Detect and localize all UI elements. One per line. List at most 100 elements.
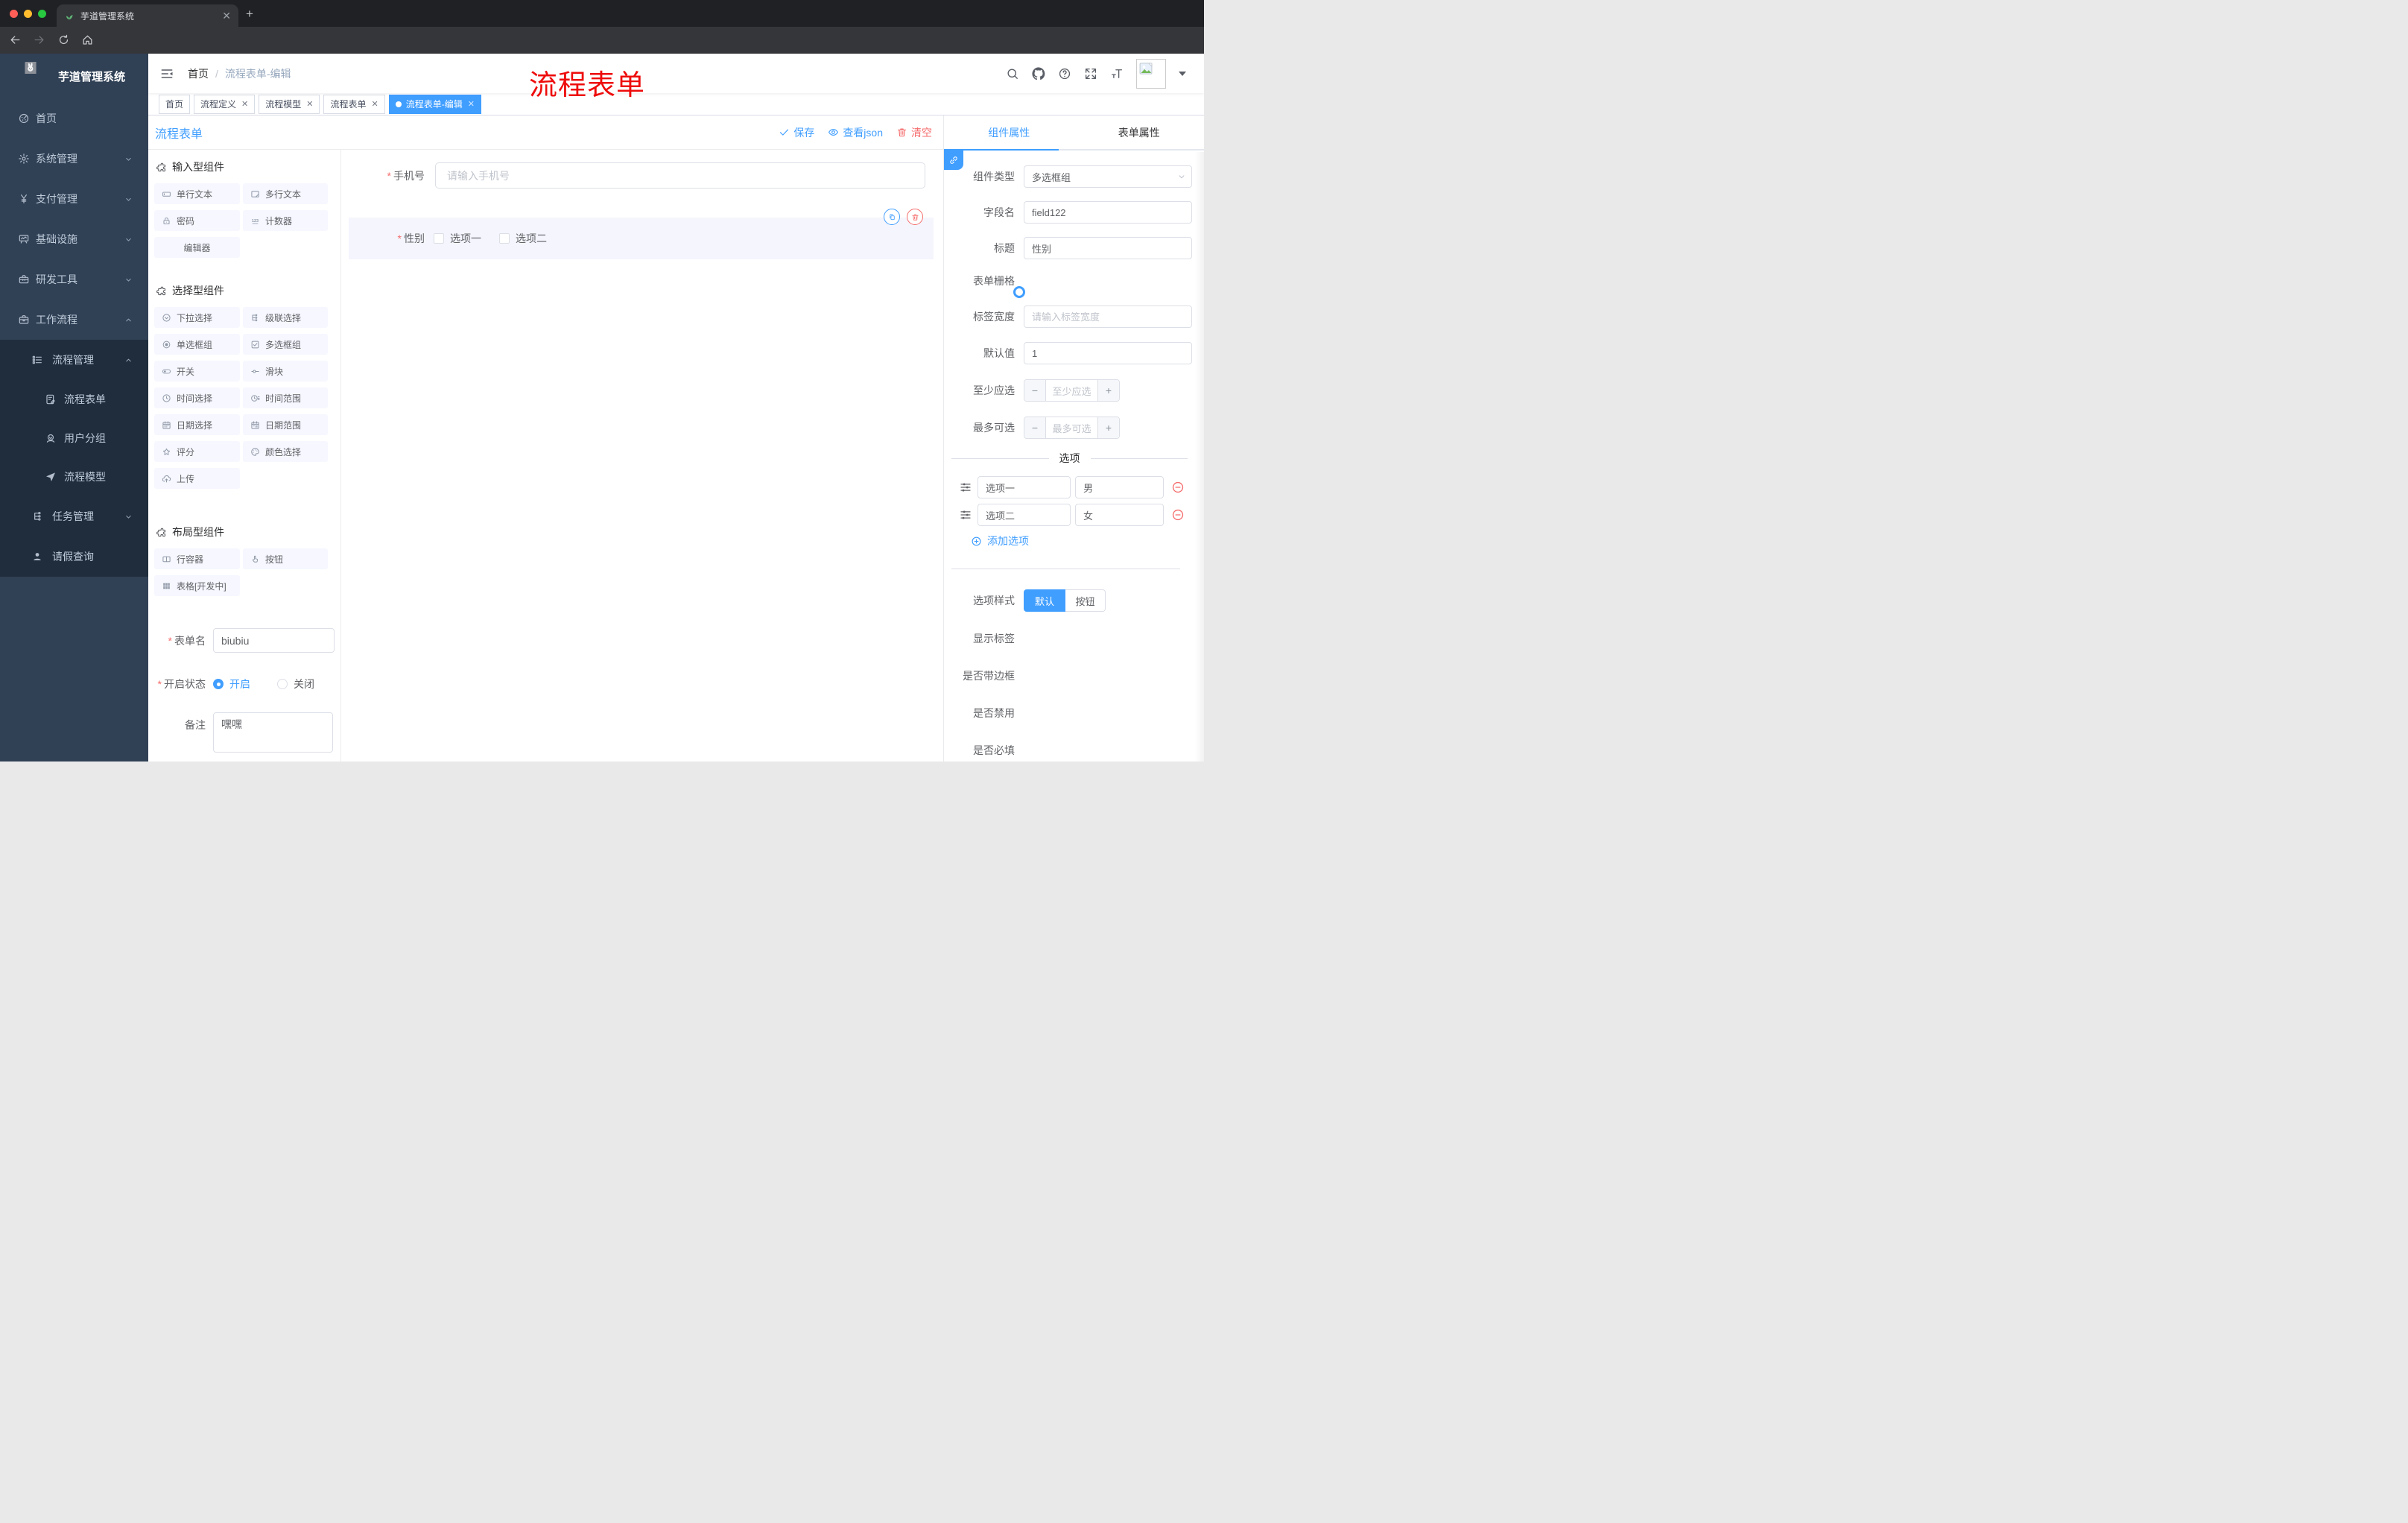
checkbox-选项二[interactable] bbox=[499, 233, 510, 244]
component-日期选择[interactable]: 日期选择 bbox=[154, 414, 240, 435]
component-级联选择[interactable]: 级联选择 bbox=[243, 307, 328, 328]
tag-流程定义[interactable]: 流程定义 ✕ bbox=[194, 94, 256, 114]
option-style-default-button[interactable]: 默认 bbox=[1024, 589, 1065, 612]
component-开关[interactable]: 开关 bbox=[154, 361, 240, 381]
phone-field-row[interactable]: * 手机号 bbox=[341, 162, 943, 189]
remove-option-icon[interactable] bbox=[1171, 508, 1185, 522]
tab-component-props[interactable]: 组件属性 bbox=[944, 115, 1074, 149]
label-width-input[interactable] bbox=[1024, 305, 1192, 328]
component-单行文本[interactable]: 单行文本 bbox=[154, 183, 240, 204]
component-多行文本[interactable]: 多行文本 bbox=[243, 183, 328, 204]
forward-icon[interactable] bbox=[33, 34, 45, 46]
link-icon[interactable] bbox=[944, 151, 963, 170]
minimize-window-button[interactable] bbox=[24, 10, 32, 18]
tag-流程表单[interactable]: 流程表单 ✕ bbox=[323, 94, 385, 114]
form-remark-textarea[interactable]: 嘿嘿 bbox=[213, 712, 333, 753]
tag-流程表单-编辑[interactable]: 流程表单-编辑 ✕ bbox=[388, 94, 481, 114]
avatar-dropdown-icon[interactable] bbox=[1179, 71, 1186, 76]
tab-form-props[interactable]: 表单属性 bbox=[1074, 115, 1205, 149]
form-name-input[interactable] bbox=[213, 628, 335, 653]
component-评分[interactable]: 评分 bbox=[154, 441, 240, 462]
sidebar-item-工作流程[interactable]: 工作流程 bbox=[0, 300, 148, 340]
tag-close-icon[interactable]: ✕ bbox=[372, 99, 378, 109]
status-on-radio[interactable] bbox=[213, 679, 224, 689]
component-颜色选择[interactable]: 颜色选择 bbox=[243, 441, 328, 462]
sidebar-item-任务管理[interactable]: 任务管理 bbox=[0, 496, 148, 536]
phone-input[interactable] bbox=[435, 162, 925, 189]
sidebar-item-请假查询[interactable]: 请假查询 bbox=[0, 536, 148, 577]
component-按钮[interactable]: 按钮 bbox=[243, 548, 328, 569]
search-icon[interactable] bbox=[1006, 67, 1019, 80]
clear-button[interactable]: 清空 bbox=[896, 125, 932, 140]
tab-close-icon[interactable]: ✕ bbox=[222, 10, 231, 21]
window-controls[interactable] bbox=[10, 10, 46, 18]
plus-button[interactable]: + bbox=[1097, 380, 1119, 401]
checkbox-选项一[interactable] bbox=[434, 233, 444, 244]
component-日期范围[interactable]: 日期范围 bbox=[243, 414, 328, 435]
tag-流程模型[interactable]: 流程模型 ✕ bbox=[259, 94, 320, 114]
github-icon[interactable] bbox=[1032, 66, 1045, 80]
component-表格[开发中][interactable]: 表格[开发中] bbox=[154, 575, 240, 596]
title-input[interactable] bbox=[1024, 237, 1192, 259]
component-编辑器[interactable]: 编辑器 bbox=[154, 237, 240, 258]
breadcrumb-home[interactable]: 首页 bbox=[188, 66, 209, 81]
sidebar-item-用户分组[interactable]: 用户分组 bbox=[0, 419, 148, 457]
tag-close-icon[interactable]: ✕ bbox=[468, 99, 475, 109]
sidebar-item-流程表单[interactable]: 流程表单 bbox=[0, 380, 148, 419]
component-上传[interactable]: 上传 bbox=[154, 468, 240, 489]
component-多选框组[interactable]: 多选框组 bbox=[243, 334, 328, 355]
min-select-placeholder[interactable]: 至少应选 bbox=[1046, 380, 1097, 401]
status-off-label[interactable]: 关闭 bbox=[294, 677, 314, 691]
component-行容器[interactable]: 行容器 bbox=[154, 548, 240, 569]
browser-tab[interactable]: 芋道管理系统 ✕ bbox=[57, 4, 238, 27]
minus-button[interactable]: − bbox=[1024, 417, 1046, 438]
home-icon[interactable] bbox=[81, 34, 94, 46]
sidebar-item-支付管理[interactable]: 支付管理 bbox=[0, 179, 148, 219]
component-时间范围[interactable]: 时间范围 bbox=[243, 387, 328, 408]
plus-button[interactable]: + bbox=[1097, 417, 1119, 438]
help-icon[interactable] bbox=[1058, 67, 1071, 80]
sidebar-item-首页[interactable]: 首页 bbox=[0, 98, 148, 139]
component-计数器[interactable]: 123 计数器 bbox=[243, 210, 328, 231]
status-off-radio[interactable] bbox=[277, 679, 288, 689]
component-密码[interactable]: 密码 bbox=[154, 210, 240, 231]
copy-component-icon[interactable] bbox=[884, 209, 900, 225]
component-type-select[interactable]: 多选框组 bbox=[1024, 165, 1192, 188]
field-name-input[interactable] bbox=[1024, 201, 1192, 224]
close-window-button[interactable] bbox=[10, 10, 18, 18]
sidebar-logo[interactable]: 芋道管理系统 bbox=[0, 54, 148, 98]
tag-close-icon[interactable]: ✕ bbox=[306, 99, 313, 109]
sidebar-collapse-icon[interactable] bbox=[159, 66, 174, 81]
checkbox-label[interactable]: 选项一 bbox=[450, 231, 481, 246]
option-label-input[interactable] bbox=[978, 476, 1071, 498]
zoom-window-button[interactable] bbox=[38, 10, 46, 18]
component-时间选择[interactable]: 时间选择 bbox=[154, 387, 240, 408]
minus-button[interactable]: − bbox=[1024, 380, 1046, 401]
selected-component-block[interactable]: * 性别 选项一 选项二 bbox=[349, 209, 934, 259]
option-value-input[interactable] bbox=[1075, 504, 1164, 526]
fullscreen-icon[interactable] bbox=[1084, 67, 1097, 80]
tag-close-icon[interactable]: ✕ bbox=[241, 99, 248, 109]
default-value-input[interactable] bbox=[1024, 342, 1192, 364]
max-select-placeholder[interactable]: 最多可选 bbox=[1046, 417, 1097, 438]
component-单选框组[interactable]: 单选框组 bbox=[154, 334, 240, 355]
option-label-input[interactable] bbox=[978, 504, 1071, 526]
sidebar-item-流程管理[interactable]: 流程管理 bbox=[0, 340, 148, 380]
component-滑块[interactable]: 滑块 bbox=[243, 361, 328, 381]
font-size-icon[interactable] bbox=[1110, 67, 1124, 80]
slider-thumb[interactable] bbox=[1013, 286, 1025, 298]
avatar[interactable] bbox=[1136, 58, 1166, 89]
back-icon[interactable] bbox=[9, 34, 22, 46]
tag-首页[interactable]: 首页 bbox=[159, 94, 191, 114]
add-option-button[interactable]: 添加选项 bbox=[944, 533, 1192, 548]
sidebar-item-基础设施[interactable]: 基础设施 bbox=[0, 219, 148, 259]
sidebar-item-系统管理[interactable]: 系统管理 bbox=[0, 139, 148, 179]
view-json-button[interactable]: 查看json bbox=[828, 125, 883, 140]
drag-icon[interactable] bbox=[959, 508, 972, 522]
drag-icon[interactable] bbox=[959, 481, 972, 494]
component-下拉选择[interactable]: 下拉选择 bbox=[154, 307, 240, 328]
option-value-input[interactable] bbox=[1075, 476, 1164, 498]
sidebar-item-研发工具[interactable]: 研发工具 bbox=[0, 259, 148, 300]
checkbox-label[interactable]: 选项二 bbox=[516, 231, 547, 246]
status-on-label[interactable]: 开启 bbox=[229, 677, 250, 691]
